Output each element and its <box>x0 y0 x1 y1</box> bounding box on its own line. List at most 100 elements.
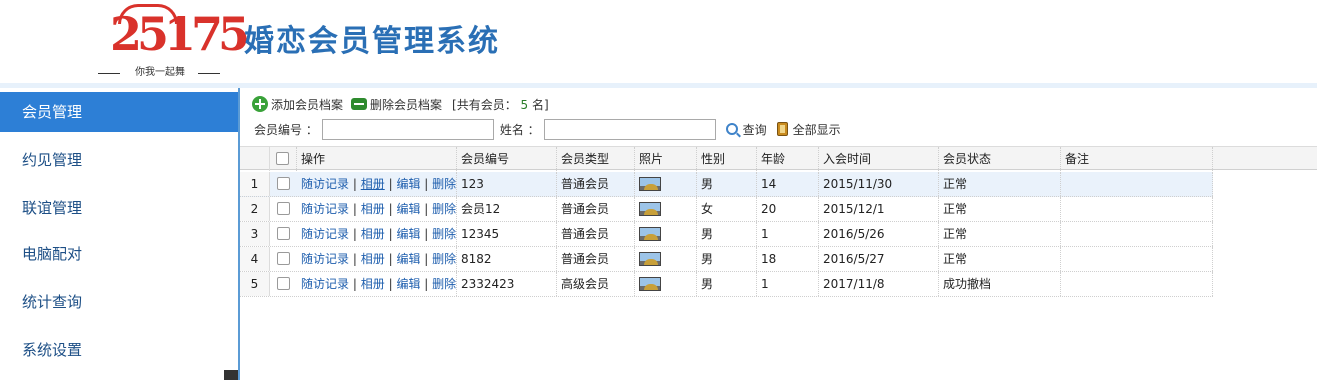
table-header: 操作 会员编号 会员类型 照片 性别 年龄 入会时间 会员状态 备注 <box>240 146 1317 171</box>
sidebar-item-member-management[interactable]: 会员管理 <box>0 92 238 132</box>
visit-record-link[interactable]: 随访记录 <box>301 227 349 241</box>
header-member-type: 会员类型 <box>557 147 635 171</box>
system-title: 婚恋会员管理系统 <box>244 24 500 59</box>
album-link[interactable]: 相册 <box>361 177 385 191</box>
add-member-button[interactable]: 添加会员档案 <box>252 96 343 113</box>
status-cell: 正常 <box>939 222 1061 246</box>
photo-thumbnail-icon[interactable] <box>639 202 661 216</box>
gender-cell: 女 <box>697 197 757 221</box>
sidebar-item-computer-matching[interactable]: 电脑配对 <box>0 234 238 274</box>
member-type-cell: 普通会员 <box>557 222 635 246</box>
member-no-cell: 会员12 <box>457 197 557 221</box>
tagline-rule-right <box>198 73 220 74</box>
delete-link[interactable]: 删除 <box>432 177 456 191</box>
search-bar: 会员编号 ： 姓名 ： 查询 全部显示 <box>254 118 851 140</box>
visit-record-link[interactable]: 随访记录 <box>301 177 349 191</box>
sidebar-scrollbar[interactable] <box>224 370 238 380</box>
table-row[interactable]: 1 随访记录 | 相册 | 编辑 | 删除 123 普通会员 男 14 2015… <box>240 172 1213 197</box>
age-cell: 1 <box>757 222 819 246</box>
header: 25175 你我一起舞 婚恋会员管理系统 <box>0 0 1317 84</box>
join-date-cell: 2016/5/26 <box>819 222 939 246</box>
photo-thumbnail-icon[interactable] <box>639 227 661 241</box>
note-cell <box>1061 172 1213 196</box>
row-operations: 随访记录 | 相册 | 编辑 | 删除 <box>297 247 457 271</box>
edit-link[interactable]: 编辑 <box>396 177 420 191</box>
tagline-rule-left <box>98 73 120 74</box>
member-no-input[interactable] <box>321 118 494 140</box>
search-button-label: 查询 <box>742 122 767 137</box>
sidebar-item-social-event-management[interactable]: 联谊管理 <box>0 188 238 228</box>
logo-tagline: 你我一起舞 <box>135 67 185 78</box>
delete-link[interactable]: 删除 <box>432 202 456 216</box>
photo-cell <box>635 222 697 246</box>
gender-cell: 男 <box>697 222 757 246</box>
table-row[interactable]: 2 随访记录 | 相册 | 编辑 | 删除 会员12 普通会员 女 20 201… <box>240 197 1213 222</box>
photo-cell <box>635 197 697 221</box>
search-button[interactable]: 查询 <box>725 121 767 138</box>
member-no-cell: 123 <box>457 172 557 196</box>
gender-cell: 男 <box>697 272 757 296</box>
note-cell <box>1061 247 1213 271</box>
toolbar: 添加会员档案 删除会员档案 [共有会员： 5 名] <box>252 95 549 113</box>
status-cell: 正常 <box>939 197 1061 221</box>
row-checkbox[interactable] <box>277 202 290 215</box>
name-input[interactable] <box>543 118 716 140</box>
header-join-date: 入会时间 <box>819 147 939 171</box>
visit-record-link[interactable]: 随访记录 <box>301 202 349 216</box>
header-member-no: 会员编号 <box>457 147 557 171</box>
search-icon <box>725 123 738 135</box>
join-date-cell: 2017/11/8 <box>819 272 939 296</box>
photo-thumbnail-icon[interactable] <box>639 177 661 191</box>
header-photo: 照片 <box>635 147 697 171</box>
visit-record-link[interactable]: 随访记录 <box>301 277 349 291</box>
delete-member-button[interactable]: 删除会员档案 <box>351 96 442 113</box>
edit-link[interactable]: 编辑 <box>396 252 420 266</box>
delete-link[interactable]: 删除 <box>432 227 456 241</box>
sidebar: 会员管理 约见管理 联谊管理 电脑配对 统计查询 系统设置 <box>0 88 240 380</box>
table-row[interactable]: 3 随访记录 | 相册 | 编辑 | 删除 12345 普通会员 男 1 201… <box>240 222 1213 247</box>
photo-thumbnail-icon[interactable] <box>639 252 661 266</box>
delete-member-label: 删除会员档案 <box>370 97 443 112</box>
main-content: 添加会员档案 删除会员档案 [共有会员： 5 名] 会员编号 ： 姓名 ： 查询… <box>240 88 1317 380</box>
note-cell <box>1061 272 1213 296</box>
age-cell: 1 <box>757 272 819 296</box>
delete-link[interactable]: 删除 <box>432 252 456 266</box>
table-row[interactable]: 4 随访记录 | 相册 | 编辑 | 删除 8182 普通会员 男 18 201… <box>240 247 1213 272</box>
album-link[interactable]: 相册 <box>361 252 385 266</box>
edit-link[interactable]: 编辑 <box>396 277 420 291</box>
minus-icon <box>351 98 368 110</box>
join-date-cell: 2016/5/27 <box>819 247 939 271</box>
sidebar-item-statistics-query[interactable]: 统计查询 <box>0 282 238 322</box>
member-no-cell: 8182 <box>457 247 557 271</box>
row-checkbox[interactable] <box>277 227 290 240</box>
row-operations: 随访记录 | 相册 | 编辑 | 删除 <box>297 222 457 246</box>
album-link[interactable]: 相册 <box>361 202 385 216</box>
age-cell: 20 <box>757 197 819 221</box>
select-all-checkbox[interactable] <box>276 152 289 165</box>
photo-thumbnail-icon[interactable] <box>639 277 661 291</box>
edit-link[interactable]: 编辑 <box>396 202 420 216</box>
member-count-suffix: 名] <box>532 97 549 112</box>
album-link[interactable]: 相册 <box>361 227 385 241</box>
member-type-cell: 普通会员 <box>557 197 635 221</box>
header-select <box>270 147 297 171</box>
edit-link[interactable]: 编辑 <box>396 227 420 241</box>
row-operations: 随访记录 | 相册 | 编辑 | 删除 <box>297 197 457 221</box>
join-date-cell: 2015/11/30 <box>819 172 939 196</box>
album-link[interactable]: 相册 <box>361 277 385 291</box>
status-cell: 正常 <box>939 172 1061 196</box>
sidebar-item-appointment-management[interactable]: 约见管理 <box>0 140 238 180</box>
age-cell: 14 <box>757 172 819 196</box>
row-checkbox[interactable] <box>277 177 290 190</box>
row-checkbox[interactable] <box>277 277 290 290</box>
visit-record-link[interactable]: 随访记录 <box>301 252 349 266</box>
table-row[interactable]: 5 随访记录 | 相册 | 编辑 | 删除 2332423 高级会员 男 1 2… <box>240 272 1213 297</box>
join-date-cell: 2015/12/1 <box>819 197 939 221</box>
delete-link[interactable]: 删除 <box>432 277 456 291</box>
photo-cell <box>635 247 697 271</box>
row-number: 3 <box>240 222 270 246</box>
show-all-button[interactable]: 全部显示 <box>776 121 841 138</box>
row-checkbox[interactable] <box>277 252 290 265</box>
plus-icon <box>252 96 268 112</box>
sidebar-item-system-settings[interactable]: 系统设置 <box>0 330 238 370</box>
